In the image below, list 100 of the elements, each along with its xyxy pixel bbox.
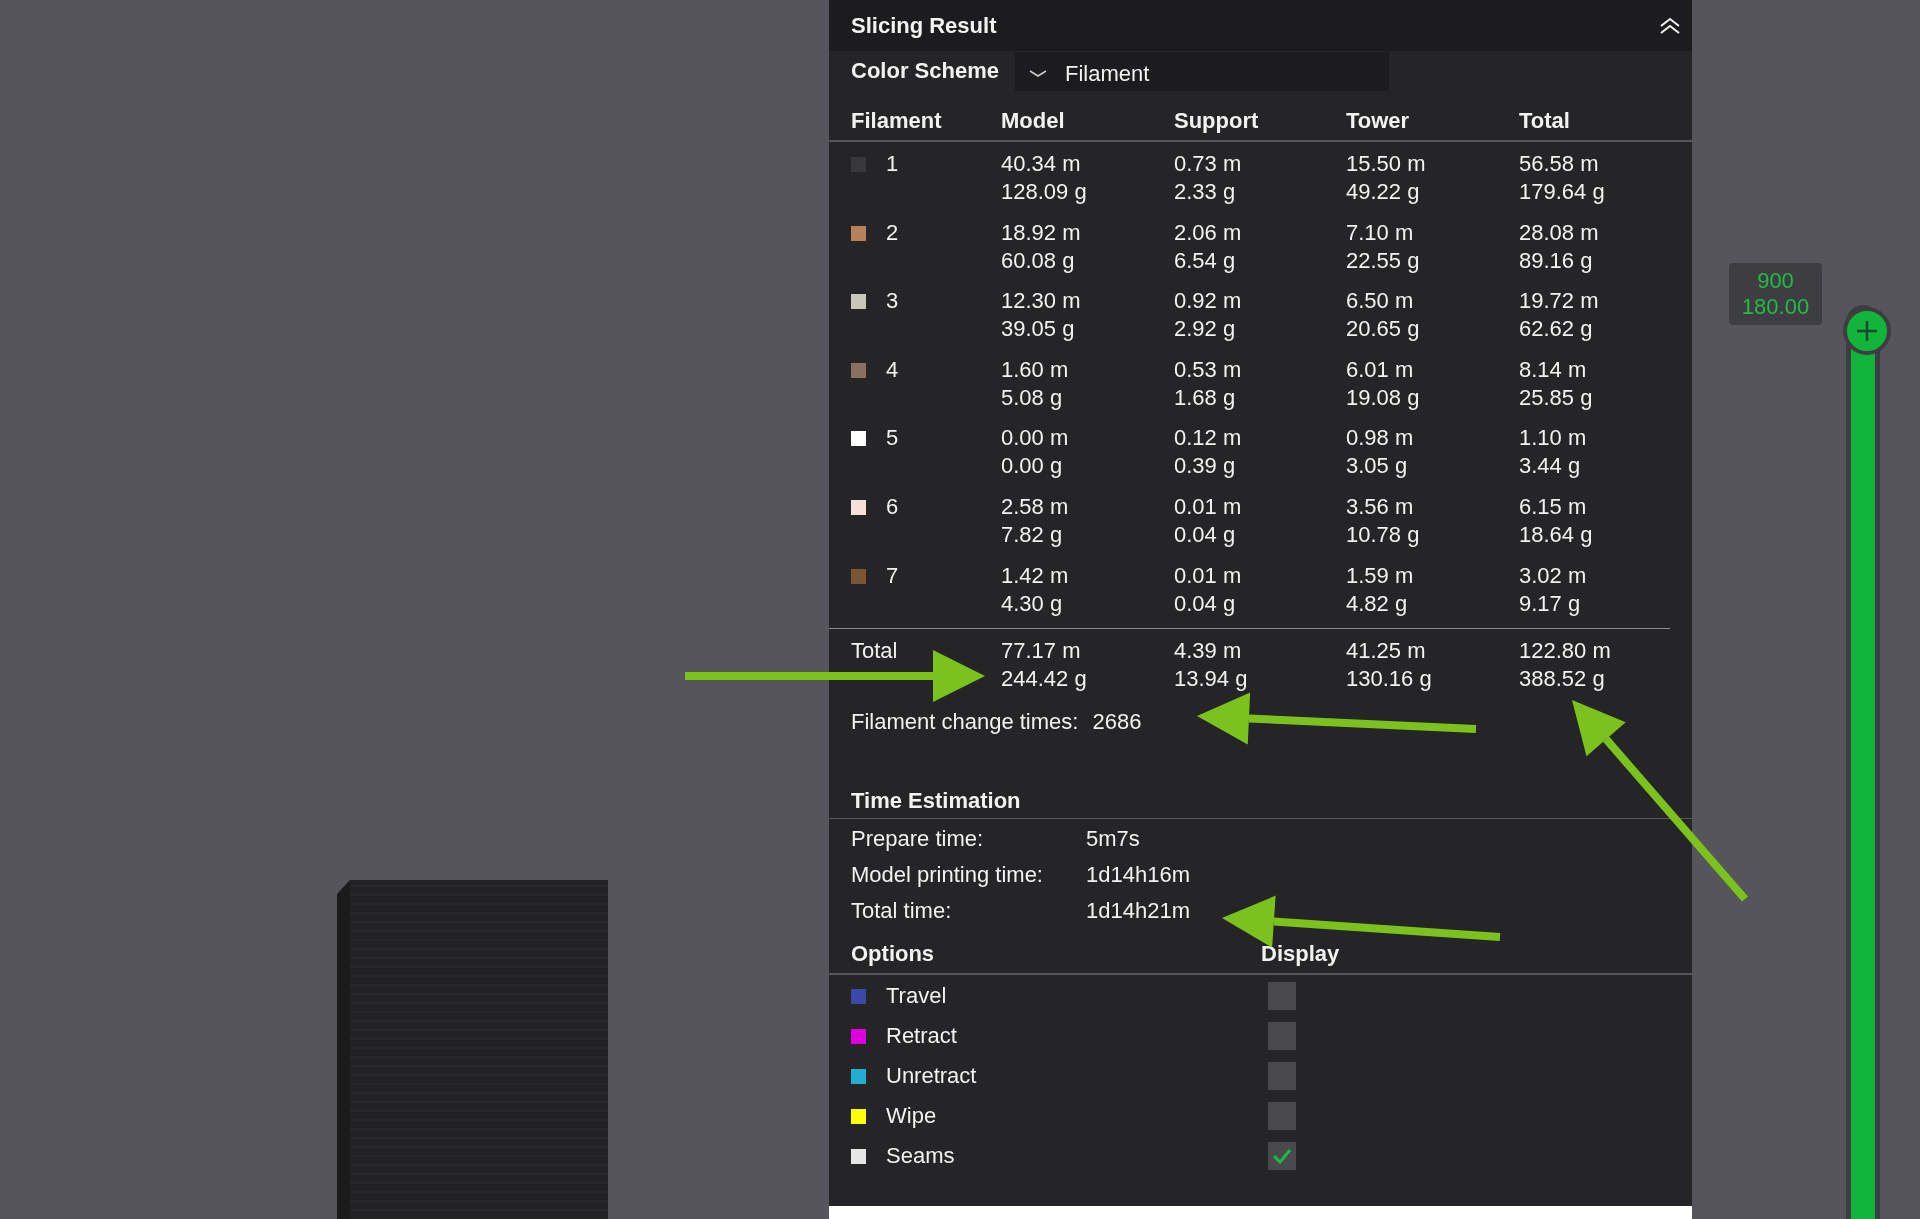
time-value: 1d14h16m	[1086, 862, 1190, 889]
weight-value: 2.92 g	[1174, 315, 1237, 344]
weight-value: 5.08 g	[1001, 383, 1064, 412]
length-value: 12.30 m	[1001, 287, 1082, 316]
length-value: 0.92 m	[1174, 287, 1243, 316]
weight-value: 89.16 g	[1519, 246, 1594, 275]
option-label: Retract	[886, 1023, 957, 1050]
weight-value: 4.30 g	[1001, 589, 1064, 618]
weight-value: 25.85 g	[1519, 383, 1594, 412]
display-checkbox[interactable]	[1268, 1022, 1296, 1051]
filament-number: 1	[886, 150, 899, 178]
length-value: 1.42 m	[1001, 561, 1070, 590]
weight-value: 1.68 g	[1174, 383, 1237, 412]
color-scheme-label: Color Scheme	[851, 58, 999, 84]
filament-number: 5	[886, 424, 899, 453]
layer-number: 900	[1757, 268, 1794, 294]
weight-value: 39.05 g	[1001, 315, 1076, 344]
weight-value: 0.04 g	[1174, 520, 1237, 549]
weight-value: 0.39 g	[1174, 452, 1237, 481]
column-header: Display	[1261, 941, 1341, 968]
weight-value: 20.65 g	[1346, 315, 1421, 344]
length-value: 3.56 m	[1346, 492, 1415, 521]
collapse-icon[interactable]	[1658, 15, 1682, 36]
weight-value: 10.78 g	[1346, 520, 1421, 549]
length-value: 1.10 m	[1519, 424, 1588, 453]
weight-value: 0.00 g	[1001, 452, 1064, 481]
time-label: Total time:	[851, 898, 952, 925]
weight-value: 3.44 g	[1519, 452, 1582, 481]
time-label: Prepare time:	[851, 826, 984, 853]
weight-value: 244.42 g	[1001, 665, 1088, 694]
length-value: 0.00 m	[1001, 424, 1070, 453]
weight-value: 0.04 g	[1174, 589, 1237, 618]
length-value: 6.50 m	[1346, 287, 1415, 316]
time-label: Model printing time:	[851, 862, 1043, 889]
filament-change-label: Filament change times:	[851, 709, 1079, 736]
weight-value: 9.17 g	[1519, 589, 1582, 618]
color-scheme-dropdown[interactable]: Filament	[1014, 51, 1389, 91]
length-value: 19.72 m	[1519, 287, 1600, 316]
option-label: Travel	[886, 983, 947, 1010]
column-header: Filament	[851, 108, 943, 134]
length-value: 6.01 m	[1346, 355, 1415, 384]
length-value: 0.01 m	[1174, 561, 1243, 590]
length-value: 40.34 m	[1001, 150, 1082, 178]
column-header: Support	[1174, 108, 1260, 134]
option-label: Wipe	[886, 1103, 937, 1130]
length-value: 0.98 m	[1346, 424, 1415, 453]
filament-number: 7	[886, 561, 899, 590]
display-checkbox[interactable]	[1268, 982, 1296, 1011]
display-checkbox[interactable]	[1268, 1062, 1296, 1091]
total-label: Total	[851, 637, 899, 666]
weight-value: 388.52 g	[1519, 665, 1606, 694]
section-title: Time Estimation	[851, 788, 1021, 815]
column-header: Tower	[1346, 108, 1411, 134]
weight-value: 2.33 g	[1174, 178, 1237, 206]
filament-number: 3	[886, 287, 899, 316]
length-value: 77.17 m	[1001, 637, 1082, 666]
slider-handle[interactable]	[1843, 307, 1891, 355]
column-header: Total	[1519, 108, 1571, 134]
weight-value: 60.08 g	[1001, 246, 1076, 275]
length-value: 15.50 m	[1346, 150, 1427, 178]
weight-value: 13.94 g	[1174, 665, 1249, 694]
length-value: 3.02 m	[1519, 561, 1588, 590]
length-value: 18.92 m	[1001, 218, 1082, 247]
chevron-icon	[1028, 69, 1047, 79]
weight-value: 7.82 g	[1001, 520, 1064, 549]
option-label: Unretract	[886, 1063, 977, 1090]
time-value: 1d14h21m	[1086, 898, 1190, 925]
length-value: 8.14 m	[1519, 355, 1588, 384]
length-value: 1.60 m	[1001, 355, 1070, 384]
length-value: 122.80 m	[1519, 637, 1612, 666]
length-value: 1.59 m	[1346, 561, 1415, 590]
panel-title: Slicing Result	[851, 12, 997, 39]
weight-value: 19.08 g	[1346, 383, 1421, 412]
filament-number: 4	[886, 355, 899, 384]
display-checkbox[interactable]	[1268, 1142, 1296, 1171]
length-value: 0.12 m	[1174, 424, 1243, 453]
column-header: Options	[851, 941, 936, 968]
length-value: 41.25 m	[1346, 637, 1427, 666]
filament-change-value: 2686	[1092, 709, 1142, 736]
filament-number: 2	[886, 218, 899, 247]
length-value: 28.08 m	[1519, 218, 1600, 247]
filament-number: 6	[886, 492, 899, 521]
length-value: 7.10 m	[1346, 218, 1415, 247]
weight-value: 179.64 g	[1519, 178, 1606, 206]
layer-height: 180.00	[1741, 294, 1810, 320]
length-value: 4.39 m	[1174, 637, 1243, 666]
length-value: 2.06 m	[1174, 218, 1243, 247]
weight-value: 3.05 g	[1346, 452, 1409, 481]
length-value: 2.58 m	[1001, 492, 1070, 521]
time-value: 5m7s	[1086, 826, 1140, 853]
length-value: 0.01 m	[1174, 492, 1243, 521]
length-value: 56.58 m	[1519, 150, 1600, 178]
column-header: Model	[1001, 108, 1066, 134]
checkmark-icon	[1272, 1148, 1292, 1165]
weight-value: 4.82 g	[1346, 589, 1409, 618]
length-value: 0.73 m	[1174, 150, 1243, 178]
display-checkbox[interactable]	[1268, 1102, 1296, 1131]
weight-value: 130.16 g	[1346, 665, 1433, 694]
weight-value: 49.22 g	[1346, 178, 1421, 206]
option-label: Seams	[886, 1143, 955, 1170]
